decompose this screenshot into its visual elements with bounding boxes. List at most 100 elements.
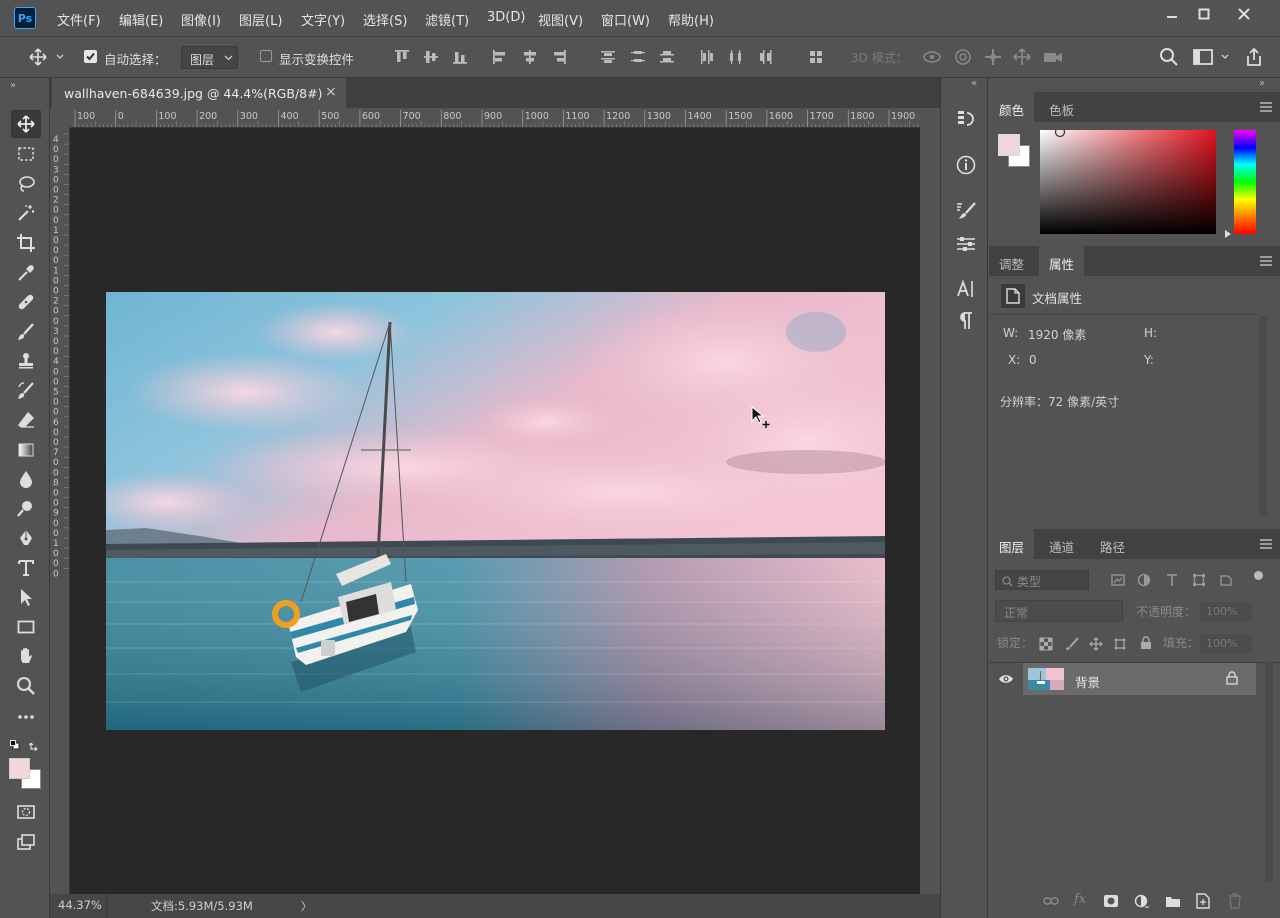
status-menu-arrow-icon[interactable]: 〉 — [301, 898, 312, 914]
lock-all-icon[interactable] — [1140, 636, 1152, 650]
add-mask-icon[interactable] — [1103, 894, 1119, 908]
show-transform-checkbox[interactable] — [260, 50, 272, 62]
menu-select[interactable]: 选择(S) — [363, 10, 407, 29]
opacity-field[interactable]: 100% — [1200, 602, 1252, 622]
align-vcenter-icon[interactable] — [421, 47, 441, 67]
menu-edit[interactable]: 编辑(E) — [119, 10, 163, 29]
tab-paths[interactable]: 路径 — [1090, 529, 1135, 559]
lock-pixels-icon[interactable] — [1065, 637, 1079, 651]
menu-image[interactable]: 图像(I) — [181, 10, 221, 29]
align-left-icon[interactable] — [490, 47, 510, 67]
new-layer-icon[interactable] — [1196, 893, 1210, 909]
collapse-right-panels-icon[interactable]: » — [1259, 78, 1265, 89]
paragraph-panel-icon[interactable] — [953, 308, 979, 334]
layer-name[interactable]: 背景 — [1075, 672, 1100, 691]
move-tool-icon[interactable] — [11, 110, 41, 138]
type-tool-icon[interactable] — [11, 554, 41, 582]
close-window-button[interactable] — [1228, 2, 1260, 26]
hue-slider-handle-icon[interactable] — [1224, 230, 1232, 238]
quick-mask-icon[interactable] — [11, 798, 41, 826]
align-right-icon[interactable] — [549, 47, 569, 67]
menu-window[interactable]: 窗口(W) — [601, 10, 650, 29]
tab-layers[interactable]: 图层 — [989, 529, 1035, 559]
properties-scrollbar[interactable] — [1259, 316, 1267, 516]
healing-brush-tool-icon[interactable] — [11, 288, 41, 316]
more-tools-icon[interactable] — [11, 703, 41, 731]
distribute-bottom-icon[interactable] — [657, 47, 677, 67]
info-panel-icon[interactable] — [953, 152, 979, 178]
orbit-3d-icon[interactable] — [922, 47, 942, 67]
layer-style-fx-icon[interactable]: fx — [1074, 892, 1086, 907]
menu-layer[interactable]: 图层(L) — [239, 10, 282, 29]
width-value[interactable]: 1920 像素 — [1028, 326, 1086, 343]
filter-pixel-icon[interactable] — [1111, 573, 1125, 587]
auto-select-checkbox[interactable] — [84, 50, 97, 63]
delete-layer-icon[interactable] — [1228, 893, 1242, 909]
lock-artboard-icon[interactable] — [1113, 637, 1127, 651]
hue-slider[interactable] — [1234, 130, 1256, 234]
tab-swatches[interactable]: 色板 — [1039, 92, 1084, 122]
brush-tool-icon[interactable] — [11, 318, 41, 346]
pen-tool-icon[interactable] — [11, 524, 41, 552]
distribute-right-icon[interactable] — [756, 47, 776, 67]
swap-colors-icon[interactable] — [29, 739, 41, 751]
layer-lock-icon[interactable] — [1226, 671, 1238, 685]
menu-filter[interactable]: 滤镜(T) — [425, 10, 469, 29]
rectangle-tool-icon[interactable] — [11, 613, 41, 641]
crop-tool-icon[interactable] — [11, 229, 41, 257]
tab-adjustments[interactable]: 调整 — [989, 246, 1034, 276]
move-tool-preset-icon[interactable] — [28, 47, 68, 67]
distribute-top-icon[interactable] — [598, 47, 618, 67]
filter-adjustment-icon[interactable] — [1137, 573, 1151, 587]
hand-tool-icon[interactable] — [11, 642, 41, 670]
eyedropper-tool-icon[interactable] — [11, 259, 41, 287]
stamp-tool-icon[interactable] — [11, 347, 41, 375]
history-panel-icon[interactable] — [953, 105, 979, 131]
default-colors-icon[interactable] — [10, 740, 20, 750]
tab-channels[interactable]: 通道 — [1039, 529, 1084, 559]
auto-select-dropdown[interactable]: 图层 — [181, 46, 238, 69]
layer-filter-dropdown[interactable]: 类型 — [995, 570, 1089, 590]
layer-visibility-eye-icon[interactable] — [998, 673, 1014, 685]
dodge-tool-icon[interactable] — [11, 495, 41, 523]
collapse-toolbar-icon[interactable]: » — [10, 80, 16, 91]
maximize-button[interactable] — [1188, 2, 1220, 26]
menu-view[interactable]: 视图(V) — [538, 10, 583, 29]
color-panel-menu-icon[interactable] — [1260, 102, 1272, 112]
align-top-icon[interactable] — [392, 47, 412, 67]
history-brush-tool-icon[interactable] — [11, 377, 41, 405]
workspace-icon[interactable] — [1192, 47, 1230, 67]
close-document-icon[interactable]: × — [325, 84, 337, 100]
zoom-tool-icon[interactable] — [11, 672, 41, 700]
adjustments-panel-icon[interactable] — [953, 231, 979, 257]
lock-position-icon[interactable] — [1089, 637, 1103, 651]
brush-settings-panel-icon[interactable] — [953, 198, 979, 224]
blend-mode-dropdown[interactable]: 正常 — [995, 600, 1123, 622]
new-adjustment-layer-icon[interactable] — [1134, 894, 1150, 910]
path-selection-tool-icon[interactable] — [11, 583, 41, 611]
menu-help[interactable]: 帮助(H) — [668, 10, 714, 29]
share-icon[interactable] — [1244, 47, 1264, 67]
roll-3d-icon[interactable] — [953, 47, 973, 67]
horizontal-ruler[interactable]: 100 0 100 200 300 400 500 600 700 800 900 1000 1100 1… — [70, 108, 920, 128]
expand-panels-icon[interactable]: « — [971, 78, 977, 89]
filter-shape-icon[interactable] — [1192, 573, 1206, 587]
lock-transparent-icon[interactable] — [1039, 637, 1053, 651]
canvas-area[interactable] — [70, 128, 920, 894]
filter-smart-object-icon[interactable] — [1219, 573, 1233, 587]
document-image[interactable] — [106, 292, 885, 730]
link-layers-icon[interactable] — [1043, 895, 1059, 907]
slide-3d-icon[interactable] — [1012, 47, 1032, 67]
new-group-folder-icon[interactable] — [1165, 895, 1181, 908]
magic-wand-tool-icon[interactable] — [11, 199, 41, 227]
align-bottom-icon[interactable] — [450, 47, 470, 67]
auto-align-icon[interactable] — [806, 47, 826, 67]
menu-file[interactable]: 文件(F) — [57, 10, 101, 29]
menu-3d[interactable]: 3D(D) — [487, 10, 525, 25]
camera-3d-icon[interactable] — [1042, 47, 1062, 67]
blur-tool-icon[interactable] — [11, 465, 41, 493]
filter-type-icon[interactable] — [1165, 573, 1179, 587]
properties-panel-menu-icon[interactable] — [1260, 256, 1272, 266]
gradient-tool-icon[interactable] — [11, 436, 41, 464]
document-tab[interactable]: wallhaven-684639.jpg @ 44.4%(RGB/8#) × — [52, 78, 346, 108]
